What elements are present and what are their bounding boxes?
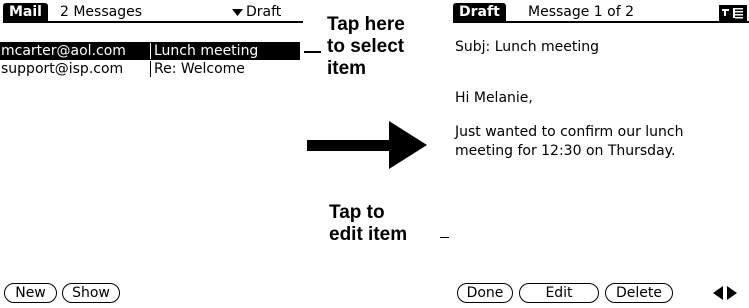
left-arrow-icon[interactable] xyxy=(713,286,723,300)
body-line: Hi Melanie, xyxy=(455,90,533,106)
font-icon[interactable] xyxy=(719,5,747,21)
right-arrow-icon xyxy=(307,121,427,169)
message-count: 2 Messages xyxy=(60,4,143,20)
from-cell: mcarter@aol.com xyxy=(1,43,126,59)
delete-button[interactable]: Delete xyxy=(605,283,673,303)
edit-button[interactable]: Edit xyxy=(519,283,599,303)
select-leader-line xyxy=(304,51,321,53)
column-divider xyxy=(150,61,151,77)
column-divider xyxy=(150,43,151,59)
callout-line: to select xyxy=(327,36,405,57)
right-arrow-icon[interactable] xyxy=(727,286,737,300)
mail-list-screen: Mail 2 Messages Draft mcarter@aol.com Lu… xyxy=(0,0,306,308)
mail-title-tab[interactable]: Mail xyxy=(3,3,48,22)
scroll-arrows[interactable] xyxy=(713,286,743,300)
subject-cell: Re: Welcome xyxy=(154,61,245,77)
table-row[interactable]: support@isp.com Re: Welcome xyxy=(0,60,300,78)
callout-line: edit item xyxy=(329,224,408,245)
subject-line: Subj: Lunch meeting xyxy=(455,39,600,55)
show-button[interactable]: Show xyxy=(62,283,120,303)
new-button[interactable]: New xyxy=(4,283,57,303)
callout-line: Tap here xyxy=(327,14,405,35)
subject-cell: Lunch meeting xyxy=(154,43,259,59)
message-position: Message 1 of 2 xyxy=(528,4,635,20)
from-cell: support@isp.com xyxy=(1,61,124,77)
category-label: Draft xyxy=(246,4,282,20)
draft-message-screen: Draft Message 1 of 2 Subj: Lunch meeting… xyxy=(449,0,749,308)
callout-line: item xyxy=(327,58,367,79)
body-line: meeting for 12:30 on Thursday. xyxy=(455,143,676,159)
table-row[interactable]: mcarter@aol.com Lunch meeting xyxy=(0,42,300,60)
callout-line: Tap to xyxy=(329,202,385,223)
triangle-down-icon xyxy=(232,9,243,16)
draft-title-tab[interactable]: Draft xyxy=(453,3,506,22)
select-callout: Tap here to select item xyxy=(327,14,405,80)
body-line: Just wanted to confirm our lunch xyxy=(455,124,684,140)
edit-callout: Tap to edit item xyxy=(329,202,407,246)
done-button[interactable]: Done xyxy=(457,283,513,303)
